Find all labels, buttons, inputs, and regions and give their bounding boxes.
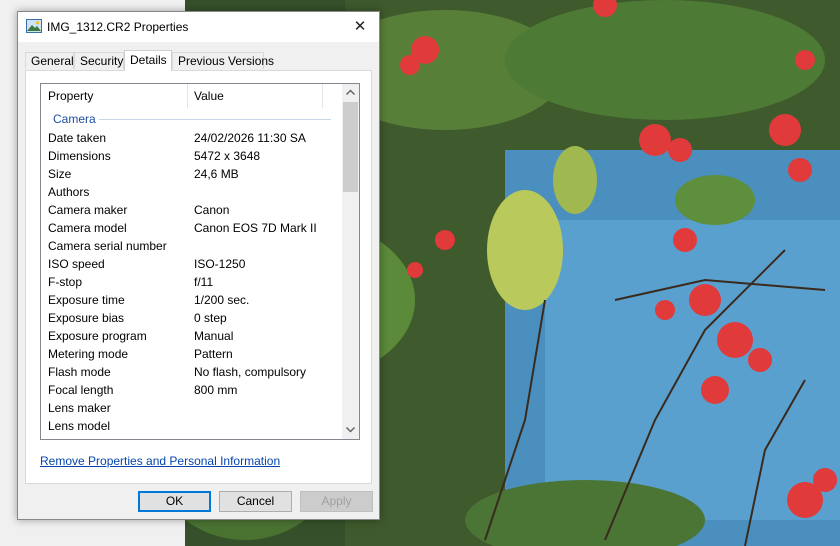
property-value: 24,6 MB [194,167,239,181]
property-name: Metering mode [48,347,129,361]
property-value: 800 mm [194,383,238,397]
tab-security[interactable]: Security [74,52,124,69]
property-name: Exposure bias [48,311,125,325]
property-value: Pattern [194,347,233,361]
vertical-scrollbar[interactable] [342,84,359,439]
ok-button[interactable]: OK [138,491,211,512]
scroll-down-button[interactable] [342,422,359,439]
property-row[interactable]: Camera maker Canon [41,202,341,220]
property-row[interactable]: Metering mode Pattern [41,346,341,364]
property-row[interactable]: Exposure program Manual [41,328,341,346]
property-row[interactable]: Date taken 24/02/2026 11:30 SA [41,130,341,148]
property-name: Flash mode [48,365,111,379]
property-row[interactable]: Flash mode No flash, compulsory [41,364,341,382]
apply-button[interactable]: Apply [300,491,373,512]
property-name: Lens model [48,419,111,433]
property-name: Exposure program [48,329,147,343]
group-title-camera: Camera [53,112,96,126]
tab-general[interactable]: General [25,52,74,69]
property-name: Lens maker [48,401,111,415]
property-name: Camera model [48,221,127,235]
property-value: 5472 x 3648 [194,149,261,163]
property-name: Date taken [48,131,107,145]
scroll-up-button[interactable] [342,84,359,101]
window-title: IMG_1312.CR2 Properties [47,20,189,34]
property-name: Size [48,167,72,181]
property-row[interactable]: Camera model Canon EOS 7D Mark II [41,220,341,238]
property-row[interactable]: F-stop f/11 [41,274,341,292]
close-icon: ✕ [353,18,367,35]
image-file-icon [26,19,42,33]
property-row[interactable]: Exposure time 1/200 sec. [41,292,341,310]
scroll-thumb[interactable] [343,102,358,192]
tab-previous-versions[interactable]: Previous Versions [172,52,274,69]
property-row[interactable]: Dimensions 5472 x 3648 [41,148,341,166]
property-value: 0 step [194,311,227,325]
chevron-down-icon [346,427,355,433]
property-value: No flash, compulsory [194,365,307,379]
column-header-value[interactable]: Value [194,89,224,103]
column-divider[interactable] [322,84,323,108]
property-row[interactable]: Exposure bias 0 step [41,310,341,328]
property-value: Manual [194,329,234,343]
cancel-button[interactable]: Cancel [219,491,292,512]
property-row[interactable]: ISO speed ISO-1250 [41,256,341,274]
property-row[interactable]: Focal length 800 mm [41,382,341,400]
property-name: Exposure time [48,293,125,307]
property-value: ISO-1250 [194,257,246,271]
column-header-property[interactable]: Property [48,89,93,103]
remove-properties-link[interactable]: Remove Properties and Personal Informati… [40,454,280,468]
group-divider [99,119,331,120]
tab-details[interactable]: Details [124,50,172,71]
desktop-background [0,0,17,546]
property-row[interactable]: Authors [41,184,341,202]
properties-dialog: IMG_1312.CR2 Properties ✕ General Securi… [17,11,380,520]
title-bar[interactable]: IMG_1312.CR2 Properties ✕ [18,12,379,42]
property-name: Dimensions [48,149,111,163]
property-value: f/11 [194,275,214,289]
property-row[interactable]: Camera serial number [41,238,341,256]
property-name: Camera serial number [48,239,167,253]
details-panel: Property Value Camera Date taken 24/02/20… [25,70,372,484]
property-name: ISO speed [48,257,105,271]
property-name: Focal length [48,383,114,397]
property-name: Camera maker [48,203,128,217]
property-row[interactable]: Lens maker [41,400,341,418]
property-value: 24/02/2026 11:30 SA [194,131,306,145]
close-button[interactable]: ✕ [341,12,379,42]
property-value: 1/200 sec. [194,293,250,307]
column-divider[interactable] [187,84,188,108]
property-row[interactable]: Lens model [41,418,341,436]
chevron-up-icon [346,89,355,95]
property-value: Canon EOS 7D Mark II [194,221,317,235]
property-name: F-stop [48,275,83,289]
property-row[interactable]: Size 24,6 MB [41,166,341,184]
column-header: Property Value [41,84,341,108]
properties-list[interactable]: Property Value Camera Date taken 24/02/20… [40,83,360,440]
property-name: Authors [48,185,90,199]
property-value: Canon [194,203,230,217]
